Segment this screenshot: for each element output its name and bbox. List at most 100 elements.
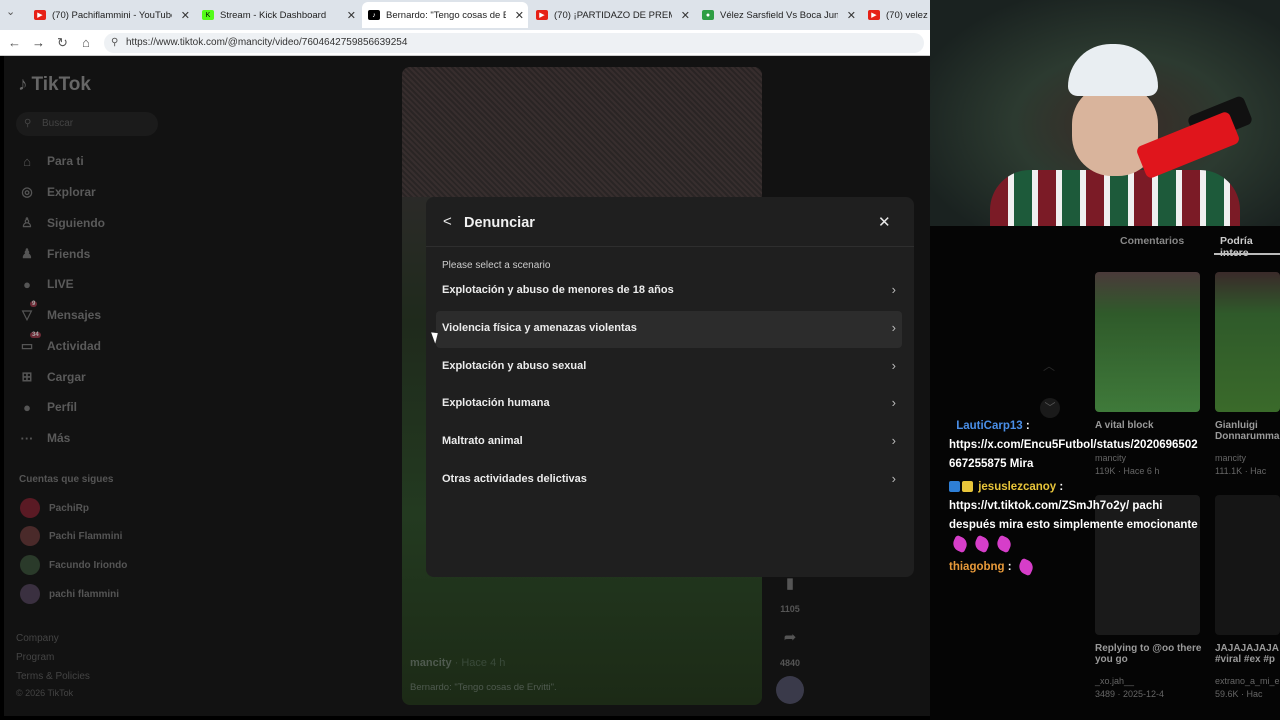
browser-tab[interactable]: K Stream - Kick Dashboard ✕: [196, 4, 360, 26]
home-icon: ⌂: [23, 153, 31, 169]
upload-icon: ⊞: [21, 369, 33, 384]
sound-disc-avatar[interactable]: [776, 676, 804, 704]
sidebar-item-perfil[interactable]: ● Perfil: [18, 396, 77, 418]
following-icon: ♙: [21, 215, 33, 230]
youtube-icon: ▶: [536, 10, 548, 20]
close-tab-icon[interactable]: ✕: [681, 9, 690, 22]
related-video-author[interactable]: mancity: [1215, 453, 1246, 463]
forward-icon[interactable]: →: [32, 35, 45, 50]
footer-link[interactable]: Terms & Policies: [16, 671, 90, 682]
address-bar-row: ← → ↻ ⌂ ⚲ https://www.tiktok.com/@mancit…: [0, 30, 930, 56]
more-icon: ···: [20, 430, 34, 446]
following-account[interactable]: PachiRp: [20, 498, 89, 518]
sidebar-item-explorar[interactable]: ◎ Explorar: [18, 181, 95, 203]
related-video-thumbnail[interactable]: [1095, 272, 1200, 412]
sidebar-item-friends[interactable]: ♟ Friends: [18, 243, 90, 265]
emote-icon: [994, 534, 1014, 554]
chevron-right-icon: ›: [891, 358, 896, 373]
streamer-shirt: [990, 170, 1240, 226]
report-option[interactable]: Otras actividades delictivas ›: [436, 462, 902, 499]
sidebar-item-siguiendo[interactable]: ♙ Siguiendo: [18, 212, 105, 234]
chat-badge-icon: [962, 481, 973, 493]
tab-title: Vélez Sarsfield Vs Boca Juniors - A: [720, 9, 838, 21]
account-name: Pachi Flammini: [49, 530, 123, 542]
sidebar-item-para-ti[interactable]: ⌂ Para ti: [18, 150, 84, 172]
tab-comments[interactable]: Comentarios: [1120, 235, 1184, 247]
share-icon[interactable]: ➦: [780, 628, 800, 646]
report-option[interactable]: Explotación y abuso de menores de 18 año…: [436, 273, 902, 310]
tab-list-icon[interactable]: ⌄: [6, 5, 15, 18]
related-video-thumbnail[interactable]: [1215, 495, 1280, 635]
sidebar-item-cargar[interactable]: ⊞ Cargar: [18, 366, 86, 388]
tab-title: (70) velez vs: [886, 9, 930, 21]
chevron-right-icon: ›: [891, 433, 896, 448]
report-option-label: Violencia física y amenazas violentas: [442, 322, 637, 334]
related-video-author[interactable]: extrano_a_mi_e: [1215, 676, 1280, 686]
chat-badge-icon: [949, 481, 960, 493]
report-option-label: Maltrato animal: [442, 435, 523, 447]
related-video-author[interactable]: _xo.jah__: [1095, 676, 1134, 686]
report-option[interactable]: Maltrato animal ›: [436, 424, 902, 461]
chevron-down-icon[interactable]: ﹀: [1040, 398, 1060, 418]
activity-icon: ▭: [20, 338, 34, 353]
chat-message: LautiCarp13 : https://x.com/Encu5Futbol/…: [949, 420, 1198, 470]
sidebar-item-mensajes[interactable]: ▽ 9 Mensajes: [18, 301, 101, 326]
friends-icon: ♟: [21, 246, 33, 261]
browser-tab[interactable]: ● Vélez Sarsfield Vs Boca Juniors - A ✕: [696, 4, 860, 26]
sidebar-item-live[interactable]: ● LIVE: [18, 273, 74, 295]
browser-tab-active[interactable]: ♪ Bernardo: "Tengo cosas de Ervitti" ✕: [362, 2, 528, 28]
tab-title: (70) Pachiflammini - YouTube: [52, 9, 172, 21]
messages-icon: ▽: [22, 307, 32, 322]
chevron-right-icon: ›: [891, 471, 896, 486]
home-icon[interactable]: ⌂: [82, 35, 90, 50]
related-video-caption[interactable]: JAJAJAJAJA #viral #ex #p: [1215, 643, 1280, 665]
report-option-label: Otras actividades delictivas: [442, 473, 587, 485]
reload-icon[interactable]: ↻: [57, 35, 68, 51]
report-option-label: Explotación y abuso de menores de 18 año…: [442, 284, 674, 296]
back-chevron-icon[interactable]: <: [443, 213, 452, 230]
related-video-thumbnail[interactable]: [1215, 272, 1280, 412]
related-video-stats: 59.6K · Hac: [1215, 689, 1263, 699]
profile-icon: ●: [23, 399, 31, 415]
footer-link[interactable]: Program: [16, 652, 54, 663]
tiktok-logo[interactable]: ♪ TikTok: [18, 74, 91, 96]
sidebar-item-actividad[interactable]: ▭ 34 Actividad: [18, 332, 102, 357]
notification-badge: 9: [30, 301, 38, 307]
search-input[interactable]: ⚲ Buscar: [16, 112, 158, 136]
saves-count: 1105: [780, 604, 800, 614]
chat-text: https://vt.tiktok.com/ZSmJh7o2y/ pachi d…: [949, 500, 1198, 531]
sidebar-item-label: Actividad: [47, 339, 102, 353]
youtube-icon: ▶: [868, 10, 880, 20]
url-field[interactable]: ⚲ https://www.tiktok.com/@mancity/video/…: [104, 33, 924, 53]
report-option[interactable]: Explotación humana ›: [436, 386, 902, 423]
video-description: Bernardo: "Tengo cosas de Ervitti".: [410, 682, 557, 693]
following-header: Cuentas que sigues: [19, 474, 114, 485]
report-option[interactable]: Explotación y abuso sexual ›: [436, 349, 902, 386]
related-video-caption[interactable]: Gianluigi Donnarumma: [1215, 420, 1280, 442]
browser-tab[interactable]: ▶ (70) ¡PARTIDAZO DE PREMIER! CC ✕: [530, 4, 694, 26]
video-author[interactable]: mancity · Hace 4 h: [410, 657, 505, 669]
chevron-up-icon[interactable]: ︿: [1043, 357, 1055, 374]
following-account[interactable]: Facundo Iriondo: [20, 555, 127, 575]
avatar: [20, 555, 40, 575]
footer-link[interactable]: Company: [16, 633, 59, 644]
close-tab-icon[interactable]: ✕: [181, 9, 190, 22]
chat-username: jesuslezcanoy: [978, 481, 1057, 493]
browser-tab[interactable]: ▶ (70) Pachiflammini - YouTube ✕: [28, 4, 194, 26]
back-icon[interactable]: ←: [8, 35, 21, 50]
following-account[interactable]: pachi flammini: [20, 584, 119, 604]
sidebar-item-label: Para ti: [47, 154, 84, 168]
related-video-caption[interactable]: Replying to @oo there you go: [1095, 643, 1205, 665]
close-tab-icon[interactable]: ✕: [515, 9, 524, 22]
close-icon[interactable]: ✕: [878, 213, 891, 231]
sidebar-item-más[interactable]: ··· Más: [18, 427, 71, 449]
emote-icon: [1016, 557, 1036, 577]
following-account[interactable]: Pachi Flammini: [20, 526, 122, 546]
report-option[interactable]: Violencia física y amenazas violentas ›: [436, 311, 902, 348]
browser-tab[interactable]: ▶ (70) velez vs: [862, 4, 930, 26]
live-icon: ●: [23, 276, 31, 292]
close-tab-icon[interactable]: ✕: [847, 9, 856, 22]
close-tab-icon[interactable]: ✕: [347, 9, 356, 22]
site-info-icon[interactable]: ⚲: [111, 33, 118, 53]
tab-related[interactable]: Podría intere: [1220, 235, 1280, 259]
